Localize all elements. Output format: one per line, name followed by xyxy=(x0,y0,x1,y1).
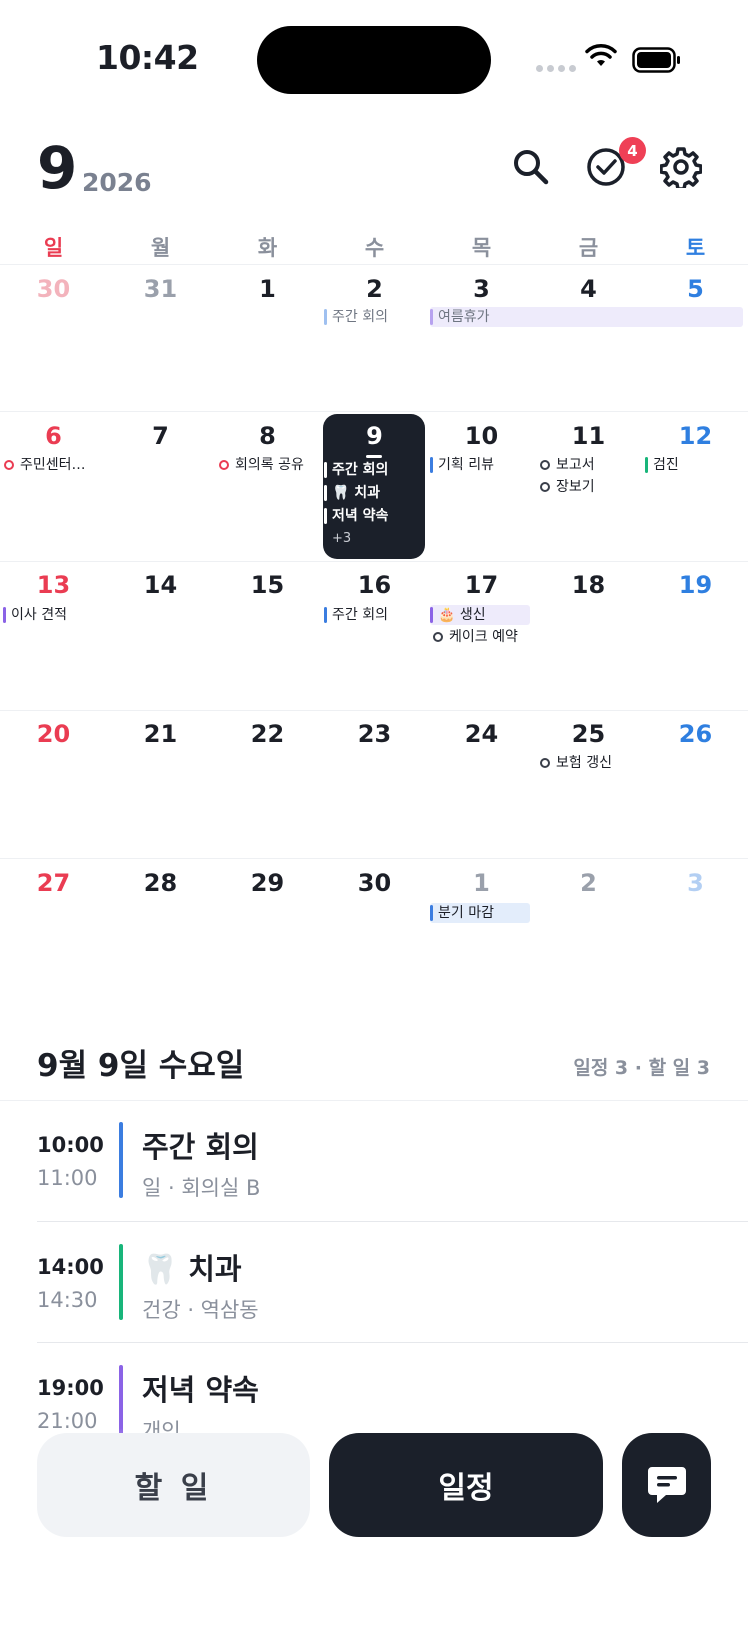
day-cell[interactable]: 4 xyxy=(535,275,642,303)
day-cell[interactable]: 6 xyxy=(0,422,107,450)
day-cell[interactable]: 15 xyxy=(214,571,321,599)
weekday-tue: 화 xyxy=(257,236,278,260)
weekday-fri: 금 xyxy=(578,236,599,260)
day-cell[interactable]: 1 xyxy=(428,869,535,897)
month-number: 9 xyxy=(37,134,78,202)
week-divider xyxy=(0,858,748,859)
day-cell[interactable]: 22 xyxy=(214,720,321,748)
calendar-todo[interactable]: 회의록 공유 xyxy=(219,455,323,475)
agenda-end-time: 14:30 xyxy=(37,1288,98,1312)
event-tab-button[interactable]: 일정 xyxy=(329,1433,603,1537)
week-divider xyxy=(0,264,748,265)
day-cell[interactable]: 3 xyxy=(642,869,748,897)
agenda-item-subtitle: 건강 · 역삼동 xyxy=(142,1298,259,1322)
agenda-item-subtitle: 일 · 회의실 B xyxy=(142,1176,261,1200)
agenda-item-title: 주간 회의 xyxy=(142,1130,259,1164)
day-cell[interactable]: 24 xyxy=(428,720,535,748)
agenda-divider xyxy=(37,1221,748,1222)
day-cell[interactable]: 19 xyxy=(642,571,748,599)
agenda-start-time: 10:00 xyxy=(37,1133,104,1157)
chat-bubble-icon xyxy=(647,1467,686,1503)
calendar-todo[interactable]: 주민센터… xyxy=(4,455,106,475)
year-label: 2026 xyxy=(82,168,152,197)
calendar-todo[interactable]: 보고서 xyxy=(540,455,640,475)
calendar-event[interactable]: 검진 xyxy=(645,455,745,475)
day-cell[interactable]: 17 xyxy=(428,571,535,599)
calendar-todo[interactable]: 장보기 xyxy=(540,477,640,497)
day-cell[interactable]: 11 xyxy=(535,422,642,450)
calendar-event-deadline[interactable]: 분기 마감 xyxy=(430,903,530,923)
day-cell[interactable]: 30 xyxy=(0,275,107,303)
category-color-bar xyxy=(119,1244,123,1320)
wifi-icon xyxy=(585,44,617,66)
day-cell[interactable]: 7 xyxy=(107,422,214,450)
calendar-todo[interactable]: 보험 갱신 xyxy=(540,753,644,773)
weekday-thu: 목 xyxy=(471,236,492,260)
todo-tab-button[interactable]: 할 일 xyxy=(37,1433,310,1537)
battery-icon xyxy=(632,47,680,73)
day-cell[interactable]: 8 xyxy=(214,422,321,450)
weekday-wed: 수 xyxy=(364,236,385,260)
calendar-event-birthday[interactable]: 🎂 생신 xyxy=(430,605,530,625)
day-cell-selected[interactable]: 9 xyxy=(321,422,428,450)
calendar-event[interactable]: 주간 회의 xyxy=(324,605,424,625)
calendar-event-vacation[interactable]: 여름휴가 xyxy=(430,307,743,327)
chat-button[interactable] xyxy=(622,1433,711,1537)
dynamic-island xyxy=(257,26,491,94)
category-color-bar xyxy=(119,1122,123,1198)
agenda-start-time: 19:00 xyxy=(37,1376,104,1400)
day-cell[interactable]: 12 xyxy=(642,422,748,450)
settings-button[interactable] xyxy=(659,145,703,189)
weekday-mon: 월 xyxy=(150,236,171,260)
day-cell[interactable]: 23 xyxy=(321,720,428,748)
calendar-event[interactable]: 🦷 치과 xyxy=(324,483,422,503)
week-divider xyxy=(0,710,748,711)
calendar-event[interactable]: 주간 회의 xyxy=(324,460,422,480)
day-cell[interactable]: 1 xyxy=(214,275,321,303)
day-cell[interactable]: 3 xyxy=(428,275,535,303)
day-cell[interactable]: 30 xyxy=(321,869,428,897)
calendar-event[interactable]: 저녁 약속 xyxy=(324,506,422,526)
day-cell[interactable]: 20 xyxy=(0,720,107,748)
day-cell[interactable]: 14 xyxy=(107,571,214,599)
calendar-event[interactable]: 주간 회의 xyxy=(324,307,424,327)
week-divider xyxy=(0,411,748,412)
day-cell[interactable]: 10 xyxy=(428,422,535,450)
day-cell[interactable]: 5 xyxy=(642,275,748,303)
search-button[interactable] xyxy=(509,145,553,189)
today-underline xyxy=(366,455,382,458)
gear-icon xyxy=(660,147,702,188)
search-icon xyxy=(514,150,549,185)
agenda-date-title: 9월 9일 수요일 xyxy=(37,1048,245,1084)
calendar-event[interactable]: 이사 견적 xyxy=(3,605,105,625)
agenda-summary: 일정 3 · 할 일 3 xyxy=(573,1057,710,1079)
day-cell[interactable]: 28 xyxy=(107,869,214,897)
day-cell[interactable]: 16 xyxy=(321,571,428,599)
calendar-todo[interactable]: 케이크 예약 xyxy=(433,627,533,647)
more-events-label[interactable]: +3 xyxy=(332,529,372,549)
todo-badge: 4 xyxy=(619,137,646,164)
day-cell[interactable]: 31 xyxy=(107,275,214,303)
calendar-event[interactable]: 기획 리뷰 xyxy=(430,455,532,475)
agenda-end-time: 11:00 xyxy=(37,1166,98,1190)
day-cell[interactable]: 13 xyxy=(0,571,107,599)
agenda-divider xyxy=(0,1100,748,1101)
day-cell[interactable]: 26 xyxy=(642,720,748,748)
agenda-divider xyxy=(37,1342,748,1343)
day-cell[interactable]: 18 xyxy=(535,571,642,599)
day-cell[interactable]: 29 xyxy=(214,869,321,897)
cellular-signal-icon xyxy=(536,65,576,72)
week-divider xyxy=(0,561,748,562)
weekday-sat: 토 xyxy=(685,236,706,260)
agenda-start-time: 14:00 xyxy=(37,1255,104,1279)
agenda-item-title: 저녁 약속 xyxy=(142,1373,259,1407)
day-cell[interactable]: 2 xyxy=(321,275,428,303)
agenda-item-title: 🦷 치과 xyxy=(142,1252,242,1286)
weekday-sun: 일 xyxy=(43,236,64,260)
day-cell[interactable]: 2 xyxy=(535,869,642,897)
status-time: 10:42 xyxy=(96,38,199,77)
day-cell[interactable]: 27 xyxy=(0,869,107,897)
day-cell[interactable]: 21 xyxy=(107,720,214,748)
day-cell[interactable]: 25 xyxy=(535,720,642,748)
